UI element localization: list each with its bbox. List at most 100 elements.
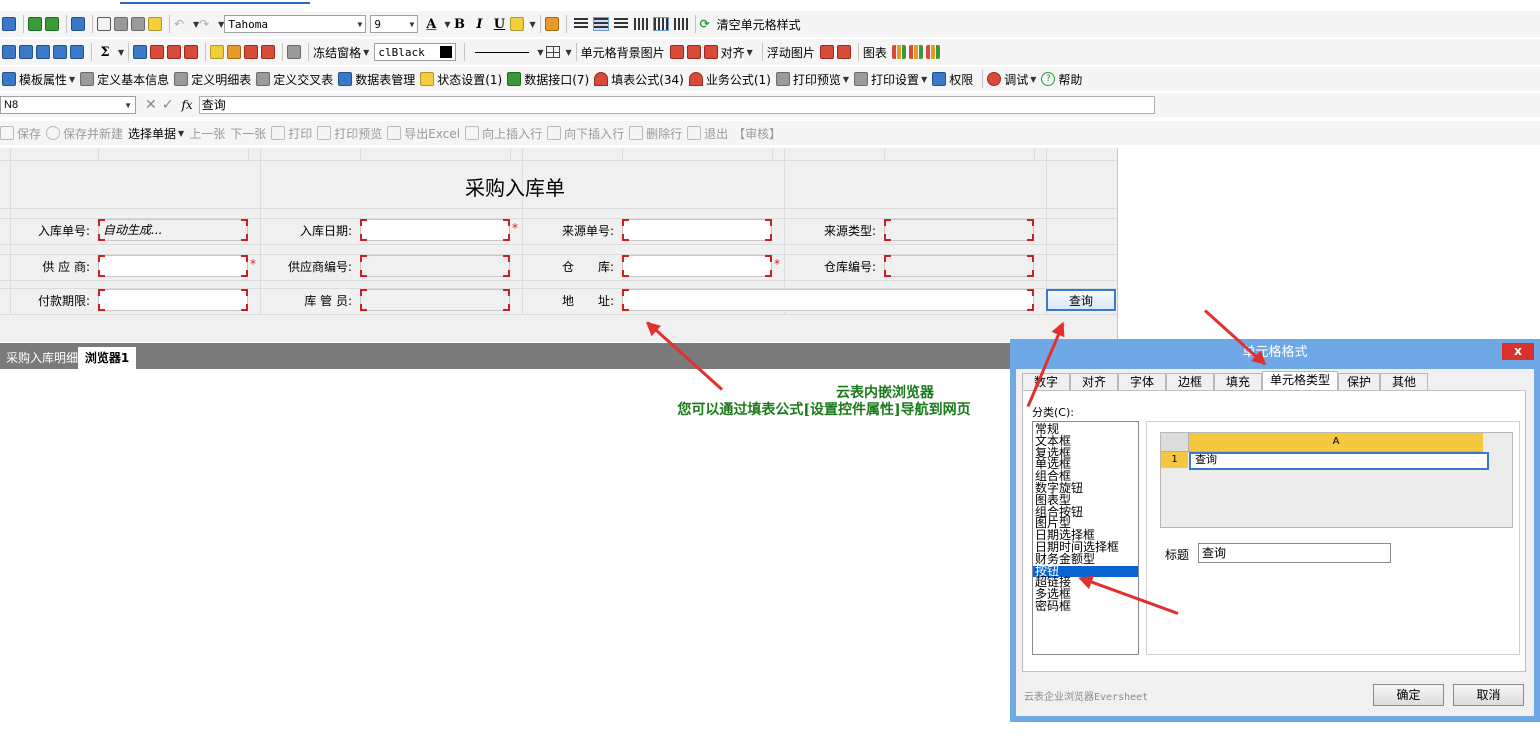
keeper-field[interactable] [360, 289, 510, 311]
caption-input[interactable]: 查询 [1198, 543, 1391, 563]
float-image-button[interactable]: 浮动图片 [767, 41, 815, 63]
tab-cell-type[interactable]: 单元格类型 [1262, 371, 1338, 392]
define-cross-table-button[interactable]: 定义交叉表 [256, 68, 333, 90]
font-name-select[interactable]: Tahoma ▼ [224, 15, 367, 33]
bold-button[interactable]: B [450, 15, 468, 33]
delete-row-icon[interactable] [36, 45, 50, 59]
paste-icon[interactable] [131, 17, 145, 31]
cancel-button[interactable]: 取消 [1453, 684, 1524, 706]
print-preview-action[interactable]: 打印预览 [317, 122, 382, 144]
align-button[interactable]: 对齐 ▼ [703, 41, 753, 63]
font-color-button[interactable]: A [422, 15, 440, 33]
tab-protect[interactable]: 保护 [1338, 373, 1380, 391]
report-delete-icon[interactable] [261, 45, 276, 59]
category-list[interactable]: 常规 文本框 复选框 单选框 组合框 数字旋钮 图表型 组合按钮 图片型 日期选择框 日期时间选择框… [1032, 421, 1139, 655]
source-type-field[interactable] [884, 219, 1034, 241]
vertical-align-icon[interactable] [673, 18, 688, 30]
supplier-no-field[interactable] [360, 255, 510, 277]
insert-col-icon[interactable] [19, 45, 33, 59]
distribute-icon[interactable] [652, 17, 669, 31]
state-settings-button[interactable]: 状态设置(1) [420, 68, 502, 90]
dialog-close-button[interactable]: x [1502, 343, 1534, 360]
chevron-down-icon[interactable]: ▼ [537, 48, 543, 57]
next-action[interactable]: 下一张 [230, 122, 266, 144]
fill-color-icon[interactable] [510, 17, 525, 31]
sum-button[interactable]: Σ [96, 43, 114, 61]
exit-action[interactable]: 退出 [687, 122, 728, 144]
percent-icon[interactable] [287, 45, 302, 59]
justify-icon[interactable] [633, 18, 648, 30]
category-item[interactable]: 密码框 [1033, 600, 1138, 613]
save-new-action[interactable]: 保存并新建 [46, 122, 123, 144]
fill-formula-button[interactable]: 填表公式(34) [594, 68, 684, 90]
tab-align[interactable]: 对齐 [1070, 373, 1118, 391]
align-left-icon[interactable] [573, 18, 588, 30]
select-doc-action[interactable]: 选择单据 ▼ [128, 122, 184, 144]
image-remove-icon[interactable] [686, 45, 701, 59]
table-icon[interactable] [133, 45, 148, 59]
tab-browser-1[interactable]: 浏览器1 [78, 347, 136, 369]
link-icon[interactable] [210, 45, 225, 59]
copy-icon[interactable] [114, 17, 128, 31]
tab-font[interactable]: 字体 [1118, 373, 1166, 391]
table-remove-icon[interactable] [184, 45, 199, 59]
tab-purchase-detail[interactable]: 采购入库明细 [0, 347, 84, 369]
tab-other[interactable]: 其他 [1380, 373, 1428, 391]
tab-fill[interactable]: 填充 [1214, 373, 1262, 391]
print-settings-menu[interactable]: 打印设置 ▼ [854, 68, 927, 90]
audit-action[interactable]: 【审核】 [733, 122, 781, 144]
chevron-down-icon[interactable]: ▼ [529, 20, 535, 29]
link-edit-icon[interactable] [227, 45, 242, 59]
query-button[interactable]: 查询 [1046, 289, 1116, 311]
table-manager-button[interactable]: 数据表管理 [338, 68, 415, 90]
insert-up-action[interactable]: 向上插入行 [465, 122, 542, 144]
border-icon[interactable] [546, 46, 561, 58]
tab-border[interactable]: 边框 [1166, 373, 1214, 391]
cut-icon[interactable] [97, 17, 111, 31]
clear-style-button[interactable]: ⟳ 清空单元格样式 [700, 13, 801, 35]
supplier-field[interactable] [98, 255, 248, 277]
merge-cells-icon[interactable] [70, 45, 84, 59]
underline-button[interactable]: U [490, 15, 508, 33]
add-sheet-icon[interactable] [28, 17, 42, 31]
business-formula-button[interactable]: 业务公式(1) [688, 68, 771, 90]
print-action[interactable]: 打印 [271, 122, 312, 144]
align-center-icon[interactable] [592, 17, 609, 31]
font-size-select[interactable]: 9 ▼ [370, 15, 419, 33]
chart-bar-icon[interactable] [891, 45, 906, 59]
save-icon[interactable] [2, 17, 16, 31]
color-select[interactable]: clBlack [374, 43, 457, 61]
inbound-no-field[interactable]: 自动生成... [98, 219, 248, 241]
report-icon[interactable] [244, 45, 259, 59]
ok-button[interactable]: 确定 [1373, 684, 1444, 706]
insert-row-icon[interactable] [2, 45, 16, 59]
define-detail-button[interactable]: 定义明细表 [174, 68, 251, 90]
tab-number[interactable]: 数字 [1022, 373, 1070, 391]
template-props-menu[interactable]: 模板属性 ▼ [2, 68, 75, 90]
chart-delete-icon[interactable] [925, 45, 940, 59]
source-no-field[interactable] [622, 219, 772, 241]
line-style-icon[interactable] [475, 51, 530, 53]
debug-menu[interactable]: 调试 ▼ [987, 68, 1036, 90]
image-add-icon[interactable] [669, 45, 684, 59]
chevron-down-icon[interactable]: ▼ [118, 48, 124, 57]
inbound-date-field[interactable] [360, 219, 510, 241]
exit-icon[interactable] [71, 17, 85, 31]
delete-row-action[interactable]: 删除行 [629, 122, 682, 144]
prev-action[interactable]: 上一张 [189, 122, 225, 144]
chevron-down-icon[interactable]: ▼ [565, 48, 571, 57]
table-edit-icon[interactable] [150, 45, 165, 59]
export-excel-action[interactable]: 导出Excel [387, 122, 460, 144]
italic-button[interactable]: I [470, 15, 488, 33]
redo-icon[interactable]: ↷ [199, 17, 213, 31]
delete-col-icon[interactable] [53, 45, 67, 59]
chart-edit-icon[interactable] [908, 45, 923, 59]
cell-bg-image-button[interactable]: 单元格背景图片 [581, 41, 665, 63]
address-field[interactable] [622, 289, 1034, 311]
lock-icon[interactable] [544, 17, 559, 31]
permissions-button[interactable]: 权限 [932, 68, 973, 90]
confirm-icon[interactable]: ✓ [162, 97, 174, 113]
warehouse-field[interactable] [622, 255, 772, 277]
cell-ref-box[interactable]: N8 ▼ [0, 96, 136, 114]
table-delete-icon[interactable] [167, 45, 182, 59]
